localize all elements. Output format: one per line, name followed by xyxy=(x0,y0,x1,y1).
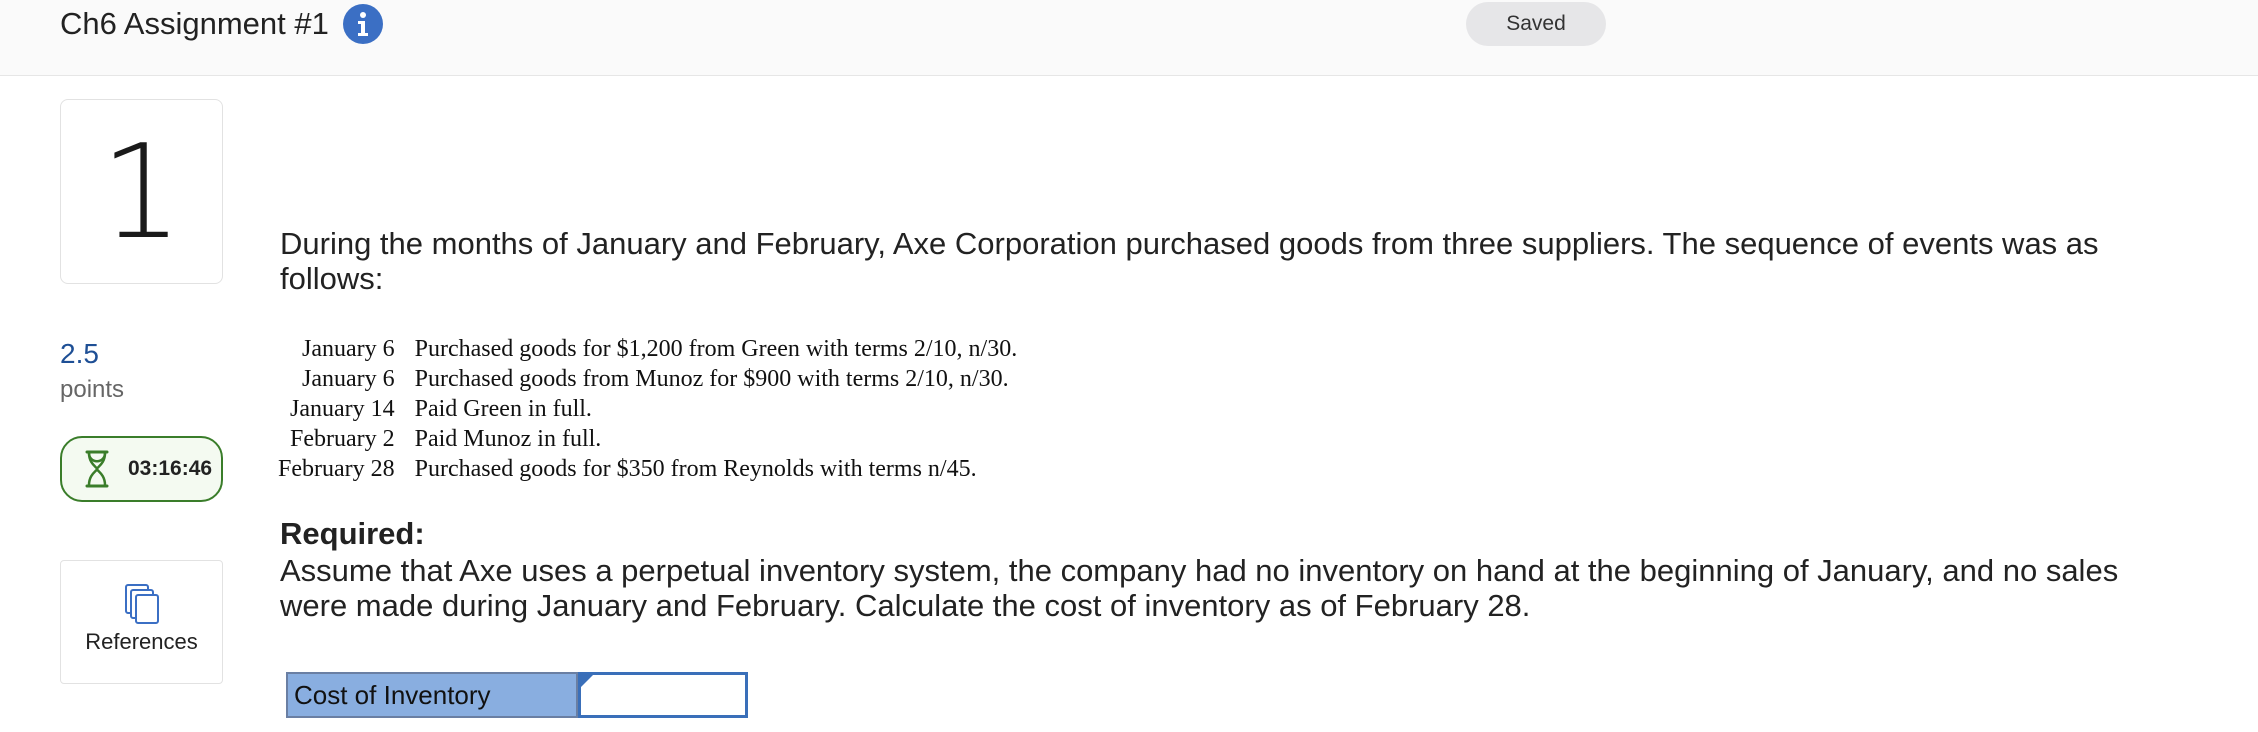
event-description: Purchased goods for $350 from Reynolds w… xyxy=(414,456,977,482)
answer-row: Cost of Inventory xyxy=(286,672,748,718)
documents-icon xyxy=(125,584,159,624)
events-table: January 6 Purchased goods for $1,200 fro… xyxy=(278,334,1017,484)
event-date: January 14 xyxy=(290,396,395,422)
references-button[interactable]: References xyxy=(60,560,223,684)
question-intro: During the months of January and Februar… xyxy=(280,226,2099,296)
event-date: February 28 xyxy=(278,456,395,482)
timer[interactable]: 03:16:46 xyxy=(60,436,223,502)
cell-marker-icon xyxy=(581,675,593,687)
event-date: January 6 xyxy=(302,366,395,392)
top-bar: Ch6 Assignment #1 Saved xyxy=(0,0,2258,76)
answer-input-cell[interactable] xyxy=(578,672,748,718)
event-date: February 2 xyxy=(290,426,395,452)
required-text: Assume that Axe uses a perpetual invento… xyxy=(280,553,2119,623)
hourglass-icon xyxy=(85,450,109,488)
saved-status-badge: Saved xyxy=(1466,2,1606,46)
points-label: points xyxy=(60,376,125,403)
answer-label: Cost of Inventory xyxy=(286,672,578,718)
event-description: Paid Munoz in full. xyxy=(414,426,602,452)
table-row: January 6 Purchased goods for $1,200 fro… xyxy=(278,334,1017,364)
table-row: January 14 Paid Green in full. xyxy=(278,394,1017,424)
required-heading: Required: xyxy=(280,516,425,551)
table-row: February 28 Purchased goods for $350 fro… xyxy=(278,454,1017,484)
event-description: Purchased goods from Munoz for $900 with… xyxy=(414,366,1009,392)
table-row: February 2 Paid Munoz in full. xyxy=(278,424,1017,454)
assignment-title: Ch6 Assignment #1 xyxy=(60,6,329,41)
info-icon[interactable] xyxy=(343,4,383,44)
references-label: References xyxy=(85,629,198,654)
points-value: 2.5 xyxy=(60,338,99,369)
timer-text: 03:16:46 xyxy=(128,457,213,480)
table-row: January 6 Purchased goods from Munoz for… xyxy=(278,364,1017,394)
question-number: 1 xyxy=(60,99,223,284)
event-description: Paid Green in full. xyxy=(414,396,592,422)
event-description: Purchased goods for $1,200 from Green wi… xyxy=(414,336,1018,362)
event-date: January 6 xyxy=(302,336,395,362)
cost-of-inventory-input[interactable] xyxy=(581,675,745,715)
